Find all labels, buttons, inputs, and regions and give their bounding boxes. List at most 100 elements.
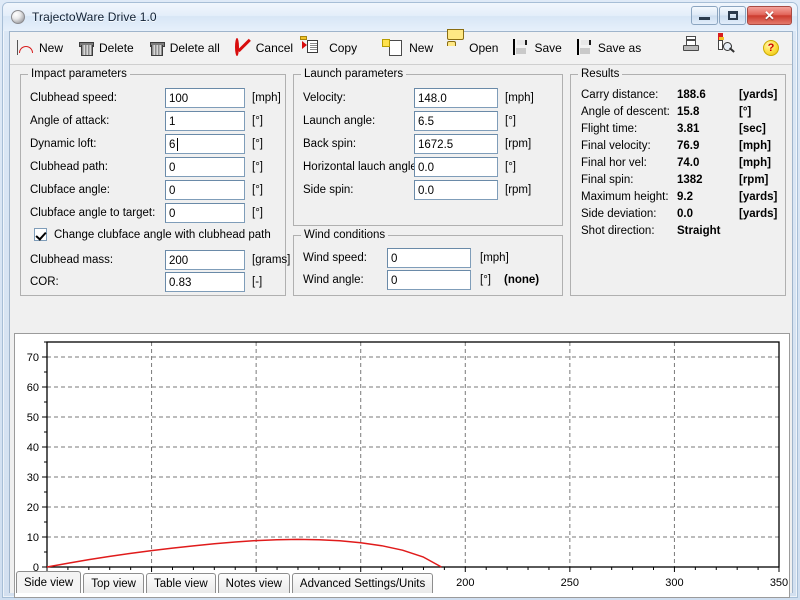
minimize-button[interactable] <box>691 6 718 25</box>
toolbar-new-shot-button[interactable]: New <box>10 36 70 61</box>
toolbar-delete-all-button[interactable]: Delete all <box>141 36 227 61</box>
angle-of-attack-input[interactable]: 1 <box>165 111 245 131</box>
toolbar-print-button[interactable] <box>672 36 712 61</box>
clubhead-mass-input[interactable]: 200 <box>165 250 245 270</box>
field-row-angle-of-attack: Angle of attack: 1 [°] <box>30 111 263 131</box>
tab-top-view[interactable]: Top view <box>83 573 144 593</box>
toolbar-help-button[interactable]: ? <box>752 36 792 61</box>
tab-notes-view-label: Notes view <box>226 578 282 590</box>
maximize-button[interactable] <box>719 6 746 25</box>
toolbar-new-file-button[interactable]: New <box>380 36 440 61</box>
tab-table-view[interactable]: Table view <box>146 573 216 593</box>
result-row-final-velocity: Final velocity: 76.9 [mph] <box>581 138 771 154</box>
wind-direction-indicator: (none) <box>504 274 539 286</box>
trash-all-icon <box>148 40 166 57</box>
side-deviation-value: 0.0 <box>677 208 739 220</box>
tab-side-view[interactable]: Side view <box>16 571 81 593</box>
save-as-disk-icon <box>576 40 594 57</box>
toolbar-delete-all-label: Delete all <box>170 41 220 55</box>
new-document-icon <box>387 40 405 57</box>
field-row-launch-angle: Launch angle: 6.5 [°] <box>303 111 516 131</box>
toolbar-delete-button[interactable]: Delete <box>70 36 141 61</box>
horizontal-launch-angle-input[interactable]: 0.0 <box>414 157 498 177</box>
wind-speed-input[interactable]: 0 <box>387 248 471 268</box>
launch-angle-label: Launch angle: <box>303 115 414 127</box>
tab-advanced-settings-units[interactable]: Advanced Settings/Units <box>292 573 433 593</box>
clubface-angle-label: Clubface angle: <box>30 184 165 196</box>
clubface-angle-unit: [°] <box>252 184 263 196</box>
toolbar-cancel-button[interactable]: Cancel <box>227 36 300 61</box>
change-clubface-angle-checkbox[interactable] <box>34 228 47 241</box>
help-question-icon: ? <box>763 40 779 56</box>
launch-angle-input[interactable]: 6.5 <box>414 111 498 131</box>
cor-label: COR: <box>30 276 165 288</box>
golf-ball-icon <box>10 9 26 25</box>
clubface-angle-input[interactable]: 0 <box>165 180 245 200</box>
angle-of-descent-unit: [°] <box>739 106 751 118</box>
clubhead-mass-label: Clubhead mass: <box>30 254 165 266</box>
side-deviation-unit: [yards] <box>739 208 777 220</box>
side-spin-label: Side spin: <box>303 184 414 196</box>
toolbar-print-preview-button[interactable] <box>712 36 752 61</box>
view-tabstrip: Side view Top view Table view Notes view… <box>10 569 792 593</box>
launch-parameters-legend: Launch parameters <box>301 68 406 80</box>
change-clubface-angle-label: Change clubface angle with clubhead path <box>54 229 271 241</box>
angle-of-attack-unit: [°] <box>252 115 263 127</box>
clubface-angle-to-target-input[interactable]: 0 <box>165 203 245 223</box>
clubhead-path-input[interactable]: 0 <box>165 157 245 177</box>
close-button[interactable]: ✕ <box>747 6 792 25</box>
back-spin-input[interactable]: 1672.5 <box>414 134 498 154</box>
dynamic-loft-input[interactable]: 6 <box>165 134 245 154</box>
chart-new-icon <box>17 40 35 57</box>
final-spin-value: 1382 <box>677 174 739 186</box>
clubhead-speed-unit: [mph] <box>252 92 281 104</box>
cor-input[interactable]: 0.83 <box>165 272 245 292</box>
y-axis-tick-label: 40 <box>27 442 39 454</box>
field-row-clubface-angle: Clubface angle: 0 [°] <box>30 180 263 200</box>
velocity-input[interactable]: 148.0 <box>414 88 498 108</box>
horizontal-launch-angle-label: Horizontal lauch angle: <box>303 161 414 173</box>
change-clubface-angle-checkbox-row[interactable]: Change clubface angle with clubhead path <box>34 228 271 241</box>
clubface-angle-to-target-unit: [°] <box>252 207 263 219</box>
tab-top-view-label: Top view <box>91 578 136 590</box>
field-row-clubhead-mass: Clubhead mass: 200 [grams] <box>30 250 290 270</box>
flight-time-value: 3.81 <box>677 123 739 135</box>
flight-time-unit: [sec] <box>739 123 766 135</box>
velocity-label: Velocity: <box>303 92 414 104</box>
plot-background <box>47 342 779 567</box>
clubhead-speed-input[interactable]: 100 <box>165 88 245 108</box>
back-spin-unit: [rpm] <box>505 138 531 150</box>
launch-angle-unit: [°] <box>505 115 516 127</box>
field-row-dynamic-loft: Dynamic loft: 6 [°] <box>30 134 263 154</box>
final-hor-vel-unit: [mph] <box>739 157 771 169</box>
flight-time-label: Flight time: <box>581 123 677 135</box>
results-group: Results Carry distance: 188.6 [yards] An… <box>570 74 786 296</box>
open-folder-icon <box>447 40 465 57</box>
wind-angle-label: Wind angle: <box>303 274 387 286</box>
dynamic-loft-unit: [°] <box>252 138 263 150</box>
shot-direction-value: Straight <box>677 225 739 237</box>
carry-distance-label: Carry distance: <box>581 89 677 101</box>
launch-parameters-group: Launch parameters Velocity: 148.0 [mph] … <box>293 74 563 226</box>
final-hor-vel-label: Final hor vel: <box>581 157 677 169</box>
toolbar-save-button[interactable]: Save <box>505 36 568 61</box>
tab-notes-view[interactable]: Notes view <box>218 573 290 593</box>
result-row-carry-distance: Carry distance: 188.6 [yards] <box>581 87 777 103</box>
y-axis-tick-label: 70 <box>27 352 39 364</box>
toolbar-save-as-button[interactable]: Save as <box>569 36 648 61</box>
maximum-height-label: Maximum height: <box>581 191 677 203</box>
wind-speed-unit: [mph] <box>480 252 509 264</box>
y-axis-tick-label: 50 <box>27 412 39 424</box>
toolbar-save-label: Save <box>534 41 561 55</box>
impact-parameters-group: Impact parameters Clubhead speed: 100 [m… <box>20 74 286 296</box>
wind-angle-input[interactable]: 0 <box>387 270 471 290</box>
impact-parameters-legend: Impact parameters <box>28 68 130 80</box>
window-controls: ✕ <box>691 6 792 25</box>
result-row-final-spin: Final spin: 1382 [rpm] <box>581 172 768 188</box>
side-spin-input[interactable]: 0.0 <box>414 180 498 200</box>
toolbar-copy-button[interactable]: Copy <box>300 36 364 61</box>
carry-distance-unit: [yards] <box>739 89 777 101</box>
wind-conditions-legend: Wind conditions <box>301 229 388 241</box>
toolbar-open-button[interactable]: Open <box>440 36 505 61</box>
wind-speed-label: Wind speed: <box>303 252 387 264</box>
